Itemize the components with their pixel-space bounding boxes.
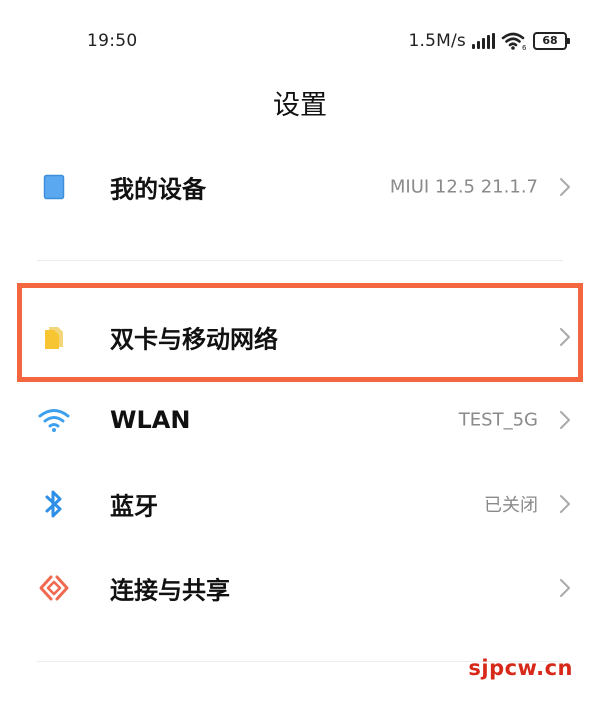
settings-screen: 19:50 1.5M/s 6 68 设置 我的设备 MIUI 12.5 21.1	[0, 0, 600, 710]
svg-text:6: 6	[522, 44, 527, 51]
wifi-icon	[38, 404, 70, 436]
cell-signal-icon	[470, 33, 495, 49]
status-indicators: 1.5M/s 6 68	[408, 30, 570, 52]
chevron-right-icon	[560, 495, 570, 513]
chevron-right-icon	[560, 411, 570, 429]
wifi-status-icon: 6	[501, 32, 527, 51]
settings-item-my-device[interactable]: 我的设备 MIUI 12.5 21.1.7	[0, 147, 600, 227]
settings-item-label: WLAN	[110, 406, 191, 434]
settings-item-connection-sharing[interactable]: 连接与共享	[0, 548, 600, 628]
settings-item-value: TEST_5G	[458, 409, 538, 431]
connection-share-icon	[38, 572, 70, 604]
settings-item-label: 我的设备	[110, 175, 206, 204]
settings-item-label: 蓝牙	[110, 492, 158, 521]
page-title: 设置	[273, 90, 327, 121]
status-time: 19:50	[87, 31, 138, 51]
settings-item-value: 已关闭	[484, 495, 538, 516]
network-speed: 1.5M/s	[408, 31, 466, 51]
settings-item-value: MIUI 12.5 21.1.7	[389, 176, 538, 198]
watermark: sjpcw.cn	[468, 656, 573, 680]
battery-icon: 68	[533, 32, 570, 50]
device-icon	[38, 171, 70, 203]
chevron-right-icon	[560, 178, 570, 196]
settings-item-label: 连接与共享	[110, 576, 230, 605]
highlight-box	[17, 283, 583, 382]
settings-item-wlan[interactable]: WLAN TEST_5G	[0, 380, 600, 460]
section-divider	[37, 260, 563, 261]
chevron-right-icon	[560, 579, 570, 597]
settings-item-bluetooth[interactable]: 蓝牙 已关闭	[0, 464, 600, 544]
bluetooth-icon	[38, 488, 70, 520]
status-bar: 19:50 1.5M/s 6 68	[0, 0, 600, 80]
